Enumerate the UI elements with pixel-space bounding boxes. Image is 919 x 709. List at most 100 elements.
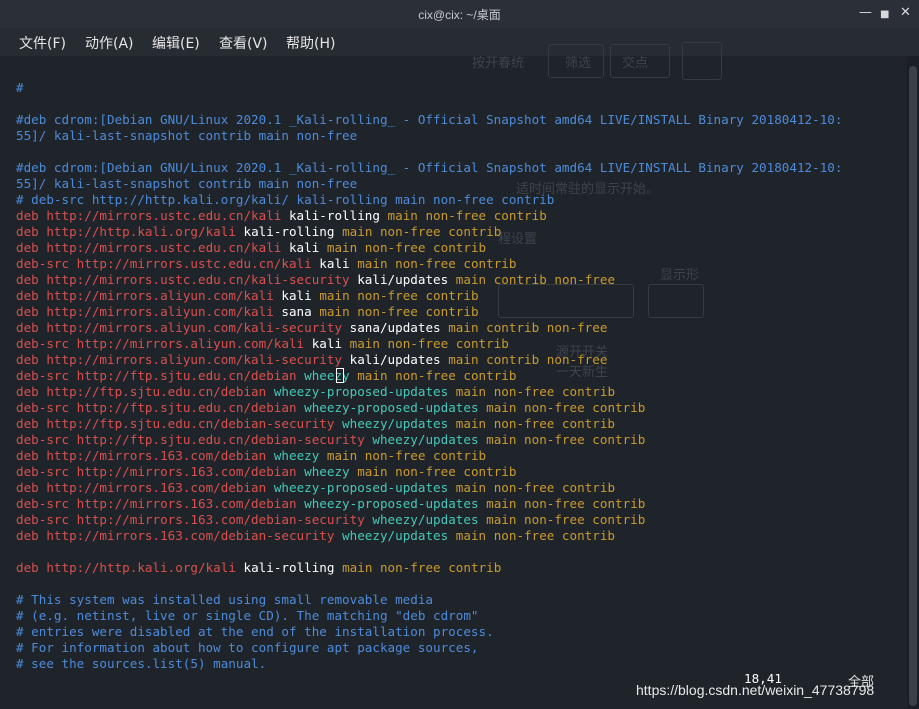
terminal-line: # bbox=[16, 80, 842, 96]
terminal-text-segment: http://http.kali.org/kali bbox=[46, 560, 236, 575]
terminal-text-segment: kali bbox=[311, 256, 350, 271]
menu-action[interactable]: 动作(A) bbox=[85, 33, 134, 53]
terminal-line: 55]/ kali-last-snapshot contrib main non… bbox=[16, 176, 842, 192]
terminal-text-segment: main non-free contrib bbox=[319, 448, 487, 463]
terminal-text-segment: kali-rolling bbox=[235, 560, 335, 575]
terminal-line: deb http://mirrors.163.com/debian-securi… bbox=[16, 528, 842, 544]
terminal-text-segment: deb bbox=[16, 320, 47, 335]
terminal-text-segment: deb bbox=[16, 208, 47, 223]
terminal-text-segment: main non-free contrib bbox=[448, 528, 616, 543]
terminal-text-segment: # see the sources.list(5) manual. bbox=[16, 656, 267, 671]
terminal-text-segment: wheezy/updates bbox=[334, 528, 449, 543]
close-icon[interactable]: ✕ bbox=[900, 5, 911, 21]
terminal-text-segment: #deb cdrom:[Debian GNU/Linux 2020.1 _Kal… bbox=[16, 112, 843, 127]
terminal-text-segment: main non-free contrib bbox=[349, 256, 517, 271]
terminal-text-segment: deb bbox=[16, 272, 47, 287]
terminal-text-segment: http://ftp.sjtu.edu.cn/debian-security bbox=[46, 416, 335, 431]
terminal-text-segment: # This system was installed using small … bbox=[16, 592, 434, 607]
menu-bar: 文件(F) 动作(A) 编辑(E) 查看(V) 帮助(H) bbox=[0, 28, 919, 56]
terminal-text-segment: http://mirrors.aliyun.com/kali bbox=[76, 336, 305, 351]
terminal-line: deb http://mirrors.aliyun.com/kali kali … bbox=[16, 288, 842, 304]
terminal-text-segment: kali/updates bbox=[349, 272, 449, 287]
terminal-text-segment: main non-free contrib bbox=[311, 288, 479, 303]
terminal-text-segment: main non-free contrib bbox=[478, 512, 646, 527]
terminal-text-segment: http://mirrors.aliyun.com/kali-security bbox=[46, 320, 343, 335]
terminal-text-segment: deb-src bbox=[16, 368, 77, 383]
terminal-text-segment: # For information about how to configure… bbox=[16, 640, 479, 655]
terminal-text-segment: # deb-src http://http.kali.org/kali/ kal… bbox=[16, 192, 555, 207]
terminal-text-segment: deb-src bbox=[16, 432, 77, 447]
ghost-gear-box bbox=[682, 42, 722, 80]
terminal-text-segment: kali-rolling bbox=[235, 224, 335, 239]
terminal-window: cix@cix: ~/桌面 — ■ ✕ 文件(F) 动作(A) 编辑(E) 查看… bbox=[0, 0, 919, 709]
terminal-text-segment: http://mirrors.163.com/debian bbox=[76, 464, 297, 479]
window-title: cix@cix: ~/桌面 bbox=[418, 8, 501, 22]
terminal-text-segment: kali bbox=[304, 336, 343, 351]
terminal-text-segment: wheezy-proposed-updates bbox=[266, 384, 449, 399]
terminal-text-segment: main non-free contrib bbox=[334, 560, 502, 575]
terminal-text-segment: deb-src bbox=[16, 256, 77, 271]
terminal-text-segment: main non-free contrib bbox=[448, 384, 616, 399]
minimize-icon[interactable]: — bbox=[859, 5, 872, 21]
menu-view[interactable]: 查看(V) bbox=[219, 33, 268, 53]
terminal-text-segment: deb-src bbox=[16, 400, 77, 415]
menu-help[interactable]: 帮助(H) bbox=[286, 33, 335, 53]
terminal-line: # This system was installed using small … bbox=[16, 592, 842, 608]
terminal-text-segment: deb bbox=[16, 352, 47, 367]
terminal-text-segment: deb-src bbox=[16, 512, 77, 527]
ghost-label: 交点 bbox=[622, 56, 649, 71]
terminal-line: deb http://ftp.sjtu.edu.cn/debian wheezy… bbox=[16, 384, 842, 400]
terminal-text-segment: http://mirrors.163.com/debian-security bbox=[46, 528, 335, 543]
terminal-text-segment: main non-free contrib bbox=[349, 464, 517, 479]
terminal-text-segment: main non-free contrib bbox=[379, 208, 547, 223]
terminal-line: #deb cdrom:[Debian GNU/Linux 2020.1 _Kal… bbox=[16, 112, 842, 128]
terminal-line: deb-src http://ftp.sjtu.edu.cn/debian wh… bbox=[16, 368, 842, 384]
terminal-text-segment: # (e.g. netinst, live or single CD). The… bbox=[16, 608, 479, 623]
terminal-text-segment: main non-free contrib bbox=[478, 400, 646, 415]
terminal-text-segment: wheezy-proposed-updates bbox=[266, 480, 449, 495]
terminal-line: deb http://mirrors.163.com/debian wheezy… bbox=[16, 480, 842, 496]
terminal-line: deb http://mirrors.ustc.edu.cn/kali kali… bbox=[16, 208, 842, 224]
terminal-text-segment: wheezy/updates bbox=[364, 432, 479, 447]
terminal-text-segment: http://mirrors.ustc.edu.cn/kali bbox=[46, 240, 282, 255]
terminal-text-segment: kali/updates bbox=[342, 352, 441, 367]
terminal-text-segment: main non-free contrib bbox=[319, 240, 487, 255]
ghost-label: 筛选 bbox=[565, 56, 592, 71]
terminal-line: deb http://ftp.sjtu.edu.cn/debian-securi… bbox=[16, 416, 842, 432]
terminal-text-segment: main non-free contrib bbox=[478, 432, 646, 447]
terminal-text-segment: main non-free contrib bbox=[448, 416, 616, 431]
terminal-text-segment: # entries were disabled at the end of th… bbox=[16, 624, 494, 639]
menu-edit[interactable]: 编辑(E) bbox=[152, 33, 200, 53]
maximize-icon[interactable]: ■ bbox=[880, 7, 889, 23]
terminal-line: 55]/ kali-last-snapshot contrib main non… bbox=[16, 128, 842, 144]
terminal-text-segment: wheezy bbox=[266, 448, 320, 463]
terminal-text-segment: #deb cdrom:[Debian GNU/Linux 2020.1 _Kal… bbox=[16, 160, 843, 175]
terminal-text-segment: http://ftp.sjtu.edu.cn/debian bbox=[76, 368, 297, 383]
menu-file[interactable]: 文件(F) bbox=[19, 33, 66, 53]
terminal-line: deb-src http://mirrors.ustc.edu.cn/kali … bbox=[16, 256, 842, 272]
terminal-text-segment: deb bbox=[16, 384, 47, 399]
terminal-text-segment: http://mirrors.aliyun.com/kali bbox=[46, 288, 274, 303]
terminal-text-segment: deb bbox=[16, 416, 47, 431]
terminal-text-segment: 55]/ kali-last-snapshot contrib main non… bbox=[16, 128, 358, 143]
scrollbar[interactable] bbox=[907, 56, 919, 709]
terminal-text-segment: main non-free contrib bbox=[349, 368, 517, 383]
scrollbar-thumb[interactable] bbox=[909, 66, 917, 706]
terminal-line: # deb-src http://http.kali.org/kali/ kal… bbox=[16, 192, 842, 208]
terminal-text-segment: deb bbox=[16, 224, 47, 239]
terminal-text-segment: main non-free contrib bbox=[448, 480, 616, 495]
title-bar[interactable]: cix@cix: ~/桌面 — ■ ✕ bbox=[0, 0, 919, 28]
terminal-text-segment: http://mirrors.ustc.edu.cn/kali-security bbox=[46, 272, 350, 287]
terminal-text-segment: kali bbox=[281, 240, 320, 255]
terminal-text-segment: deb bbox=[16, 288, 47, 303]
terminal-text-segment: deb bbox=[16, 480, 47, 495]
terminal-line: deb-src http://mirrors.163.com/debian wh… bbox=[16, 496, 842, 512]
terminal-text-segment: kali-rolling bbox=[281, 208, 380, 223]
terminal-text-segment: deb-src bbox=[16, 464, 77, 479]
terminal-text-segment: deb bbox=[16, 560, 47, 575]
terminal-text-segment: main contrib non-free bbox=[440, 352, 608, 367]
terminal-text-segment: wheezy/updates bbox=[364, 512, 479, 527]
